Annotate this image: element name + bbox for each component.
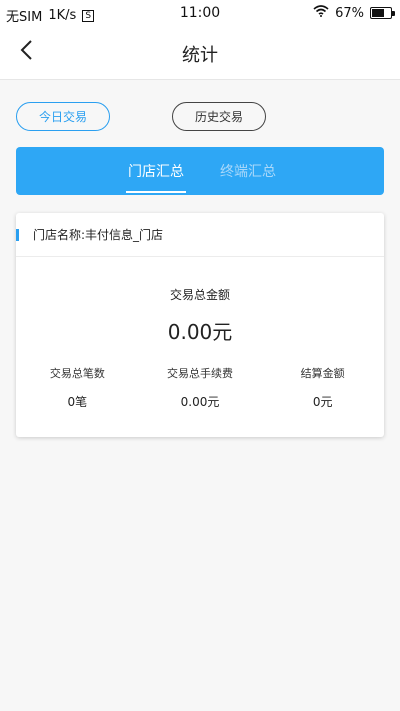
stat-value: 0元 [312,395,333,409]
tab-terminal-summary[interactable]: 终端汇总 [212,147,284,195]
total-amount-label: 交易总金额 [169,288,230,302]
navigation-bar: 统计 [0,28,400,80]
battery-icon [370,7,395,19]
battery-percent: 67% [335,5,364,21]
page-title: 统计 [182,45,218,66]
stat-label: 交易总手续费 [167,367,233,380]
stat-label: 交易总笔数 [49,367,105,380]
store-summary-card: 门店名称:丰付信息_门店 交易总金额 0.00元 交易总笔数 0笔 交易总手续费… [16,213,384,437]
store-name: 门店名称:丰付信息_门店 [33,228,164,242]
history-transactions-button[interactable]: 历史交易 [172,102,266,131]
status-right: 67% [313,5,395,21]
wifi-icon [313,5,329,21]
card-header: 门店名称:丰付信息_门店 [16,213,384,257]
tab-terminal-summary-label: 终端汇总 [220,164,276,180]
stat-value: 0笔 [67,395,88,409]
header-accent-bar [16,229,19,241]
total-amount-value: 0.00元 [167,320,233,344]
stat-value: 0.00元 [180,395,220,409]
tab-store-summary-label: 门店汇总 [128,164,184,180]
tab-store-summary[interactable]: 门店汇总 [120,147,192,195]
battery-fill [372,9,385,17]
stat-settlement-amount: 结算金额 0元 [261,365,384,410]
summary-tab-bar: 门店汇总 终端汇总 [16,147,384,195]
active-tab-indicator [126,191,186,193]
stat-transaction-count: 交易总笔数 0笔 [16,365,139,410]
stat-total-fee: 交易总手续费 0.00元 [139,365,262,410]
today-transactions-button[interactable]: 今日交易 [16,102,110,131]
stats-row: 交易总笔数 0笔 交易总手续费 0.00元 结算金额 0元 [16,365,384,410]
stat-label: 结算金额 [300,367,345,380]
status-bar: 无SIM 1K/s S 11:00 67% [0,0,400,28]
